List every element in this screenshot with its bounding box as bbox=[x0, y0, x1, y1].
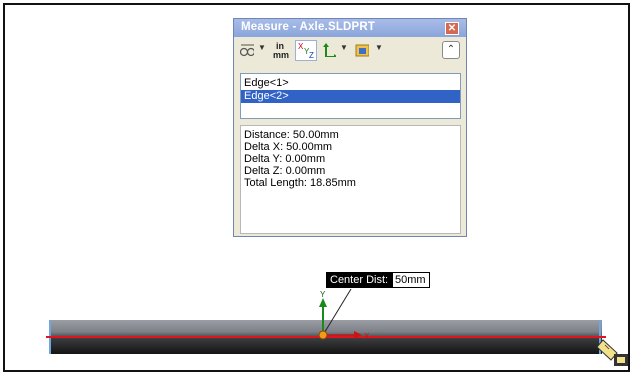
triad-y-label: Y bbox=[320, 290, 326, 299]
triad-y-arrow bbox=[319, 298, 327, 307]
center-point[interactable] bbox=[318, 330, 328, 340]
model-canvas: Y X bbox=[46, 288, 628, 366]
triad-x-label: X bbox=[364, 332, 370, 341]
center-dist-label: Center Dist: bbox=[326, 272, 393, 288]
center-dist-value[interactable]: 50mm bbox=[392, 272, 430, 288]
